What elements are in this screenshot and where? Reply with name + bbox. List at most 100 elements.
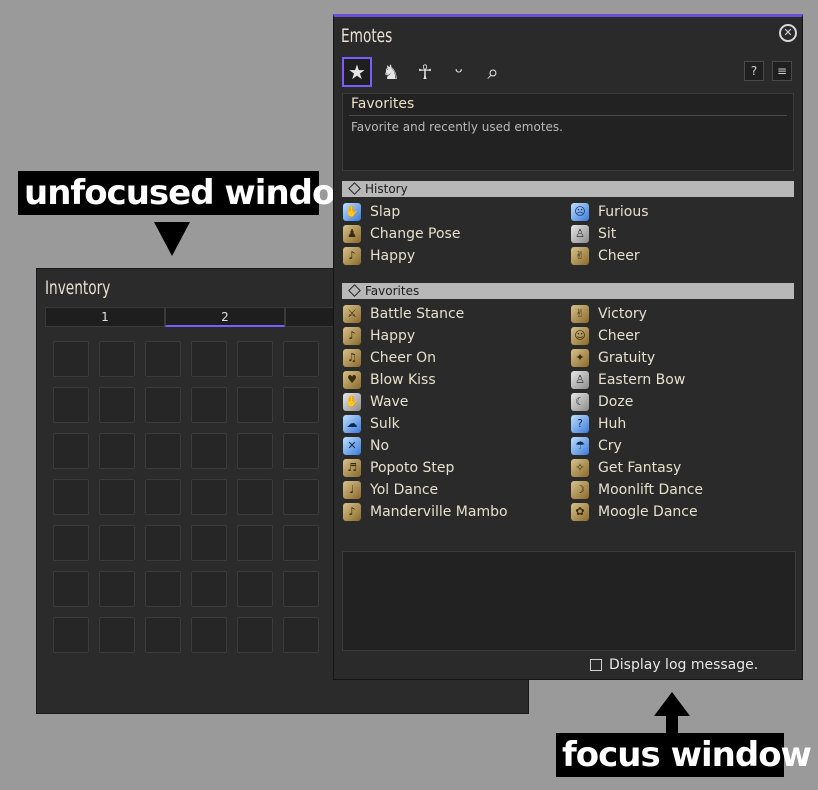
- inventory-slot[interactable]: [237, 479, 273, 515]
- inventory-slot[interactable]: [191, 387, 227, 423]
- inventory-slot[interactable]: [145, 341, 181, 377]
- inventory-slot[interactable]: [283, 387, 319, 423]
- emotes-window[interactable]: Emotes ✕ ★ ♞ ☥ ᵕ ⌕ ? ≡ Favorites Favorit…: [333, 14, 803, 680]
- inventory-slot[interactable]: [237, 617, 273, 653]
- inventory-slot[interactable]: [191, 433, 227, 469]
- emote-label: Cheer: [598, 248, 640, 264]
- dance-icon[interactable]: ☥: [410, 57, 440, 87]
- emote-icon: ♪: [343, 503, 361, 521]
- inventory-slot[interactable]: [191, 571, 227, 607]
- emote-item[interactable]: ✦ Gratuity: [570, 348, 794, 368]
- emote-item[interactable]: ✋ Wave: [342, 392, 570, 412]
- emote-label: Furious: [598, 204, 649, 220]
- emote-item[interactable]: ✕ No: [342, 436, 570, 456]
- inventory-slot[interactable]: [99, 525, 135, 561]
- inventory-slot[interactable]: [145, 571, 181, 607]
- favorites-label: Favorites: [365, 284, 420, 298]
- inventory-slot[interactable]: [237, 525, 273, 561]
- inventory-slot[interactable]: [99, 433, 135, 469]
- inventory-slot[interactable]: [283, 479, 319, 515]
- emote-label: Wave: [370, 394, 409, 410]
- inventory-slot[interactable]: [99, 571, 135, 607]
- emote-item[interactable]: ♪ Happy: [342, 326, 570, 346]
- inventory-slot[interactable]: [237, 341, 273, 377]
- emote-item[interactable]: ✌ Cheer: [570, 246, 794, 266]
- inventory-slot[interactable]: [53, 525, 89, 561]
- emote-item[interactable]: ♙ Eastern Bow: [570, 370, 794, 390]
- emote-item[interactable]: ✿ Moogle Dance: [570, 502, 794, 522]
- search-icon[interactable]: ⌕: [478, 57, 508, 87]
- inventory-slot[interactable]: [283, 525, 319, 561]
- emote-icon: ♙: [571, 371, 589, 389]
- emote-item[interactable]: ☹ Furious: [570, 202, 794, 222]
- question-icon[interactable]: ?: [744, 61, 764, 81]
- inventory-slot[interactable]: [145, 617, 181, 653]
- emote-icon: ✋: [343, 393, 361, 411]
- person-icon[interactable]: ♞: [376, 57, 406, 87]
- inventory-slot[interactable]: [99, 617, 135, 653]
- star-icon[interactable]: ★: [342, 57, 372, 87]
- inventory-slot[interactable]: [283, 617, 319, 653]
- emote-item[interactable]: ♥ Blow Kiss: [342, 370, 570, 390]
- display-log-option[interactable]: Display log message.: [590, 657, 758, 673]
- inventory-slot[interactable]: [283, 571, 319, 607]
- emote-item[interactable]: ♙ Sit: [570, 224, 794, 244]
- inventory-slot[interactable]: [99, 387, 135, 423]
- emote-item[interactable]: ♪ Manderville Mambo: [342, 502, 570, 522]
- close-icon[interactable]: ✕: [779, 24, 797, 42]
- inventory-slot[interactable]: [191, 617, 227, 653]
- emote-icon: ♩: [343, 481, 361, 499]
- inventory-slot[interactable]: [191, 479, 227, 515]
- emote-icon: ♪: [343, 247, 361, 265]
- emote-item[interactable]: ✌ Victory: [570, 304, 794, 324]
- emote-item[interactable]: ✧ Get Fantasy: [570, 458, 794, 478]
- inventory-tab-1[interactable]: 1: [45, 307, 165, 327]
- emote-item[interactable]: ⚔ Battle Stance: [342, 304, 570, 324]
- inventory-slot[interactable]: [53, 479, 89, 515]
- inventory-slot[interactable]: [283, 341, 319, 377]
- emote-item[interactable]: ☺ Cheer: [570, 326, 794, 346]
- emote-label: Eastern Bow: [598, 372, 686, 388]
- inventory-slot[interactable]: [237, 387, 273, 423]
- inventory-slot[interactable]: [191, 525, 227, 561]
- inventory-slot[interactable]: [283, 433, 319, 469]
- history-header: History: [342, 181, 794, 197]
- inventory-slot[interactable]: [53, 341, 89, 377]
- emote-item[interactable]: ♬ Popoto Step: [342, 458, 570, 478]
- emote-item[interactable]: ♩ Yol Dance: [342, 480, 570, 500]
- smile-icon[interactable]: ᵕ: [444, 57, 474, 87]
- emote-icon: ♬: [343, 459, 361, 477]
- emote-item[interactable]: ♫ Cheer On: [342, 348, 570, 368]
- checkbox[interactable]: [590, 659, 602, 671]
- emote-item[interactable]: ♟ Change Pose: [342, 224, 570, 244]
- inventory-slot[interactable]: [145, 525, 181, 561]
- inventory-slot[interactable]: [99, 479, 135, 515]
- inventory-slot[interactable]: [53, 571, 89, 607]
- inventory-slot[interactable]: [145, 479, 181, 515]
- inventory-slot[interactable]: [145, 433, 181, 469]
- inventory-slot[interactable]: [99, 341, 135, 377]
- inventory-slot[interactable]: [237, 433, 273, 469]
- emote-item[interactable]: ☁ Sulk: [342, 414, 570, 434]
- sort-icon[interactable]: ≡: [772, 61, 792, 81]
- emote-item[interactable]: ♪ Happy: [342, 246, 570, 266]
- inventory-slot[interactable]: [237, 571, 273, 607]
- emote-label: Slap: [370, 204, 401, 220]
- emote-icon: ♪: [343, 327, 361, 345]
- inventory-tab-2[interactable]: 2: [165, 307, 285, 327]
- inventory-slot[interactable]: [53, 387, 89, 423]
- emote-item[interactable]: ☂ Cry: [570, 436, 794, 456]
- up-arrow-icon: [654, 692, 690, 734]
- emote-icon: ♟: [343, 225, 361, 243]
- emote-label: Doze: [598, 394, 634, 410]
- emote-icon: ?: [571, 415, 589, 433]
- inventory-slot[interactable]: [53, 433, 89, 469]
- emote-item[interactable]: ☽ Moonlift Dance: [570, 480, 794, 500]
- description-text: Favorite and recently used emotes.: [351, 120, 563, 134]
- emote-item[interactable]: ? Huh: [570, 414, 794, 434]
- inventory-slot[interactable]: [145, 387, 181, 423]
- inventory-slot[interactable]: [53, 617, 89, 653]
- inventory-slot[interactable]: [191, 341, 227, 377]
- emote-item[interactable]: ☾ Doze: [570, 392, 794, 412]
- emote-item[interactable]: ✋ Slap: [342, 202, 570, 222]
